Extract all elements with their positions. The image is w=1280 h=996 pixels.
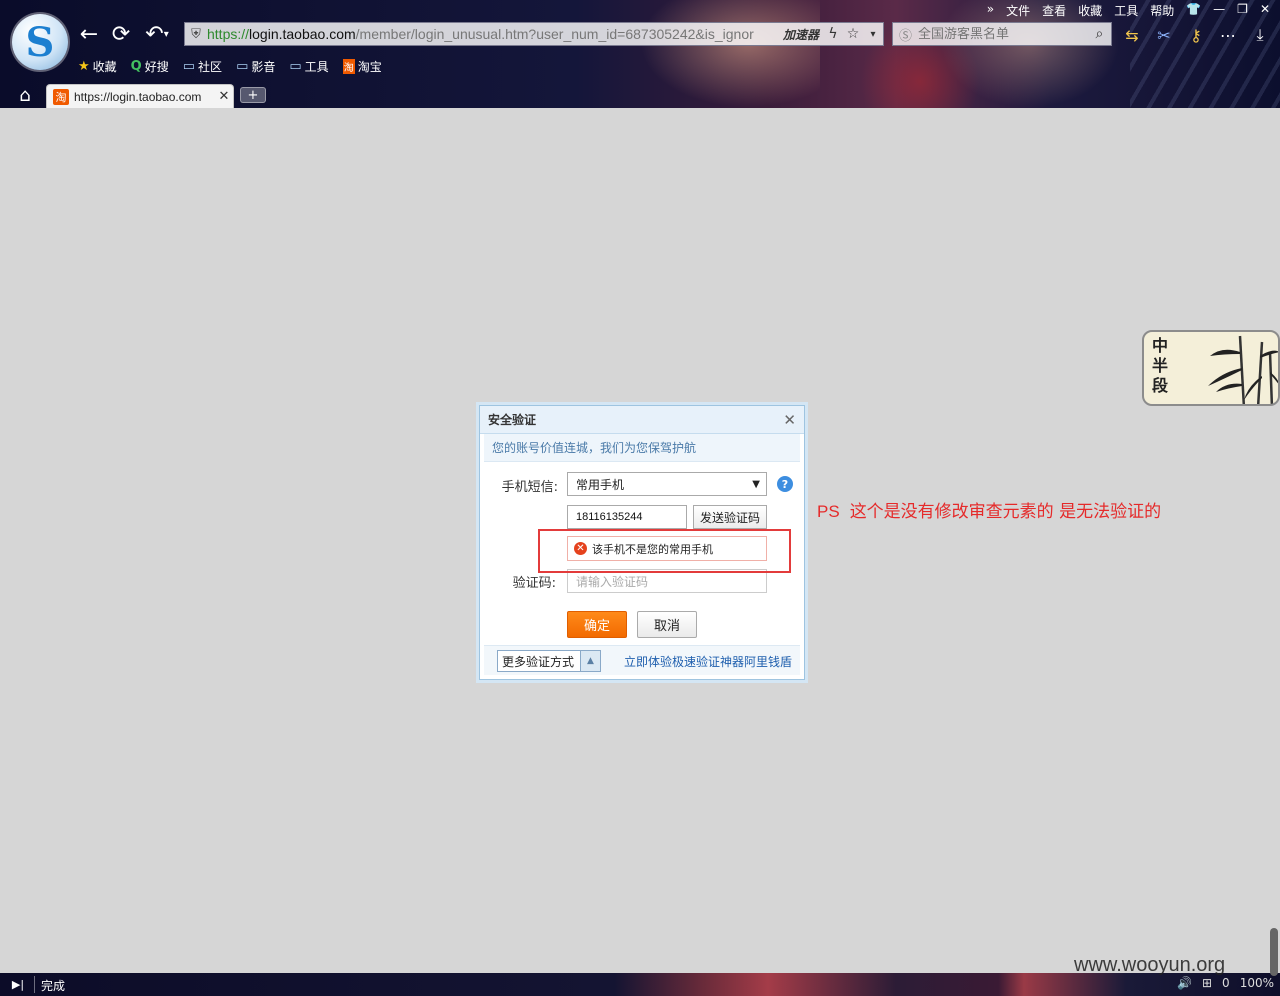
annotation-note: PS 这个是没有修改审查元素的 是无法验证的 bbox=[817, 502, 1162, 522]
folder-icon: ▭ bbox=[182, 59, 196, 74]
menu-favorites[interactable]: 收藏 bbox=[1078, 2, 1102, 19]
send-code-button[interactable]: 发送验证码 bbox=[693, 505, 767, 529]
chevron-down-icon[interactable]: ▾ bbox=[863, 29, 883, 40]
favorite-item[interactable]: ★ 收藏 bbox=[78, 58, 117, 75]
close-icon[interactable]: ✕ bbox=[783, 411, 796, 429]
tab-label: https://login.taobao.com bbox=[74, 89, 202, 104]
minimize-button[interactable]: — bbox=[1213, 2, 1225, 19]
skin-icon[interactable]: 👕 bbox=[1186, 2, 1201, 19]
status-text: 完成 bbox=[41, 979, 66, 993]
verification-method-select[interactable]: 常用手机 ▼ bbox=[567, 472, 767, 496]
dialog-footer: 更多验证方式 ▲ 立即体验极速验证神器阿里钱盾 bbox=[484, 645, 800, 675]
toolbar-icons: ⇆ ✂ ⚷ ⋯ ⤓ bbox=[1120, 24, 1272, 46]
more-methods-select[interactable]: 更多验证方式 ▲ bbox=[497, 650, 601, 672]
widget-calligraphy: 中半段 bbox=[1152, 336, 1169, 395]
sync-icon[interactable]: ⇆ bbox=[1120, 24, 1144, 46]
phone-number-field[interactable]: 18116135244 bbox=[567, 505, 687, 529]
menu-view[interactable]: 查看 bbox=[1042, 2, 1066, 19]
aliqiandun-link[interactable]: 立即体验极速验证神器阿里钱盾 bbox=[624, 653, 792, 670]
menu-more[interactable]: » bbox=[987, 2, 994, 19]
sms-row: 手机短信: bbox=[484, 476, 558, 495]
lightning-icon[interactable]: ϟ bbox=[823, 26, 843, 42]
more-icon[interactable]: ⋯ bbox=[1216, 24, 1240, 46]
zoom-level[interactable]: 100% bbox=[1240, 976, 1274, 990]
code-row: 验证码: bbox=[496, 572, 556, 591]
tab-strip: ⌂ 淘 https://login.taobao.com ✕ + bbox=[0, 82, 1280, 108]
sogou-browser-logo[interactable]: S bbox=[12, 14, 68, 70]
dialog-subtitle: 您的账号价值连城，我们为您保驾护航 bbox=[484, 434, 800, 462]
search-input[interactable] bbox=[917, 26, 1088, 42]
accelerator-label[interactable]: 加速器 bbox=[779, 26, 823, 43]
restore-button[interactable]: ❐ bbox=[1237, 2, 1248, 19]
search-box[interactable]: Ⓢ ⌕ bbox=[892, 22, 1112, 46]
window-icon[interactable]: ⊞ bbox=[1202, 976, 1212, 990]
bamboo-icon bbox=[1208, 335, 1278, 404]
favorite-item[interactable]: Q 好搜 bbox=[131, 58, 169, 75]
dialog-title: 安全验证 bbox=[488, 413, 537, 427]
chevron-up-icon: ▲ bbox=[580, 651, 600, 671]
watermark: www.wooyun.org bbox=[1074, 954, 1226, 976]
tab-taobao-login[interactable]: 淘 https://login.taobao.com ✕ bbox=[46, 84, 234, 108]
haosou-icon: Q bbox=[130, 59, 142, 74]
menu-bar: » 文件 查看 收藏 工具 帮助 👕 — ❐ ✕ bbox=[987, 2, 1270, 19]
star-icon: ★ bbox=[78, 59, 90, 74]
menu-tools[interactable]: 工具 bbox=[1114, 2, 1138, 19]
status-right: 🔊 ⊞ 0 100% bbox=[1177, 976, 1274, 990]
help-icon[interactable]: ? bbox=[777, 476, 793, 492]
search-icon[interactable]: ⌕ bbox=[1088, 26, 1111, 42]
back-icon[interactable]: ← bbox=[76, 22, 102, 47]
dialog-header: 安全验证 ✕ bbox=[480, 406, 804, 434]
new-tab-button[interactable]: + bbox=[240, 87, 266, 103]
favorite-item[interactable]: ▭ 工具 bbox=[289, 58, 328, 75]
address-bar[interactable]: ⛨ https://login.taobao.com/member/login_… bbox=[184, 22, 884, 46]
download-count[interactable]: 0 bbox=[1222, 976, 1230, 990]
sms-label: 手机短信: bbox=[501, 480, 558, 495]
scrollbar[interactable] bbox=[1270, 928, 1278, 976]
url-text[interactable]: https://login.taobao.com/member/login_un… bbox=[207, 26, 779, 42]
folder-icon: ▭ bbox=[289, 59, 302, 74]
download-icon[interactable]: ⤓ bbox=[1248, 24, 1272, 46]
shield-icon: ⛨ bbox=[191, 26, 201, 42]
annotation-highlight-box bbox=[538, 529, 791, 573]
code-label: 验证码: bbox=[512, 576, 556, 591]
cancel-button[interactable]: 取消 bbox=[637, 611, 697, 638]
favorite-item[interactable]: ▭ 影音 bbox=[236, 58, 275, 75]
taobao-favicon-icon: 淘 bbox=[53, 88, 69, 105]
close-icon[interactable]: ✕ bbox=[215, 89, 233, 104]
menu-file[interactable]: 文件 bbox=[1006, 2, 1030, 19]
taobao-icon: 淘 bbox=[342, 59, 355, 74]
star-icon[interactable]: ☆ bbox=[843, 26, 863, 42]
speaker-icon[interactable]: 🔊 bbox=[1177, 976, 1192, 990]
browser-toolbar: S ← ⟳ ↶ ▾ ⛨ https://login.taobao.com/memb… bbox=[0, 0, 1280, 108]
scissors-icon[interactable]: ✂ bbox=[1152, 24, 1176, 46]
favorite-item[interactable]: 淘淘宝 bbox=[342, 58, 382, 75]
favorites-bar: ★ 收藏 Q 好搜 ▭ 社区 ▭ 影音 ▭ 工具 淘淘宝 bbox=[78, 58, 382, 75]
folder-icon: ▭ bbox=[236, 59, 249, 74]
favorite-item[interactable]: ▭ 社区 bbox=[183, 58, 222, 75]
menu-help[interactable]: 帮助 bbox=[1150, 2, 1174, 19]
home-icon[interactable]: ⌂ bbox=[12, 85, 38, 106]
refresh-icon[interactable]: ⟳ bbox=[108, 22, 134, 47]
key-icon[interactable]: ⚷ bbox=[1184, 24, 1208, 46]
close-window-button[interactable]: ✕ bbox=[1260, 2, 1270, 19]
undo-icon[interactable]: ↶ ▾ bbox=[140, 22, 174, 47]
confirm-button[interactable]: 确定 bbox=[567, 611, 627, 638]
search-engine-icon[interactable]: Ⓢ bbox=[893, 25, 918, 44]
divider bbox=[34, 976, 35, 993]
chevron-down-icon: ▼ bbox=[752, 478, 760, 490]
calligraphy-widget[interactable]: 中半段 bbox=[1142, 330, 1280, 406]
play-icon[interactable]: ▶| bbox=[8, 977, 28, 992]
